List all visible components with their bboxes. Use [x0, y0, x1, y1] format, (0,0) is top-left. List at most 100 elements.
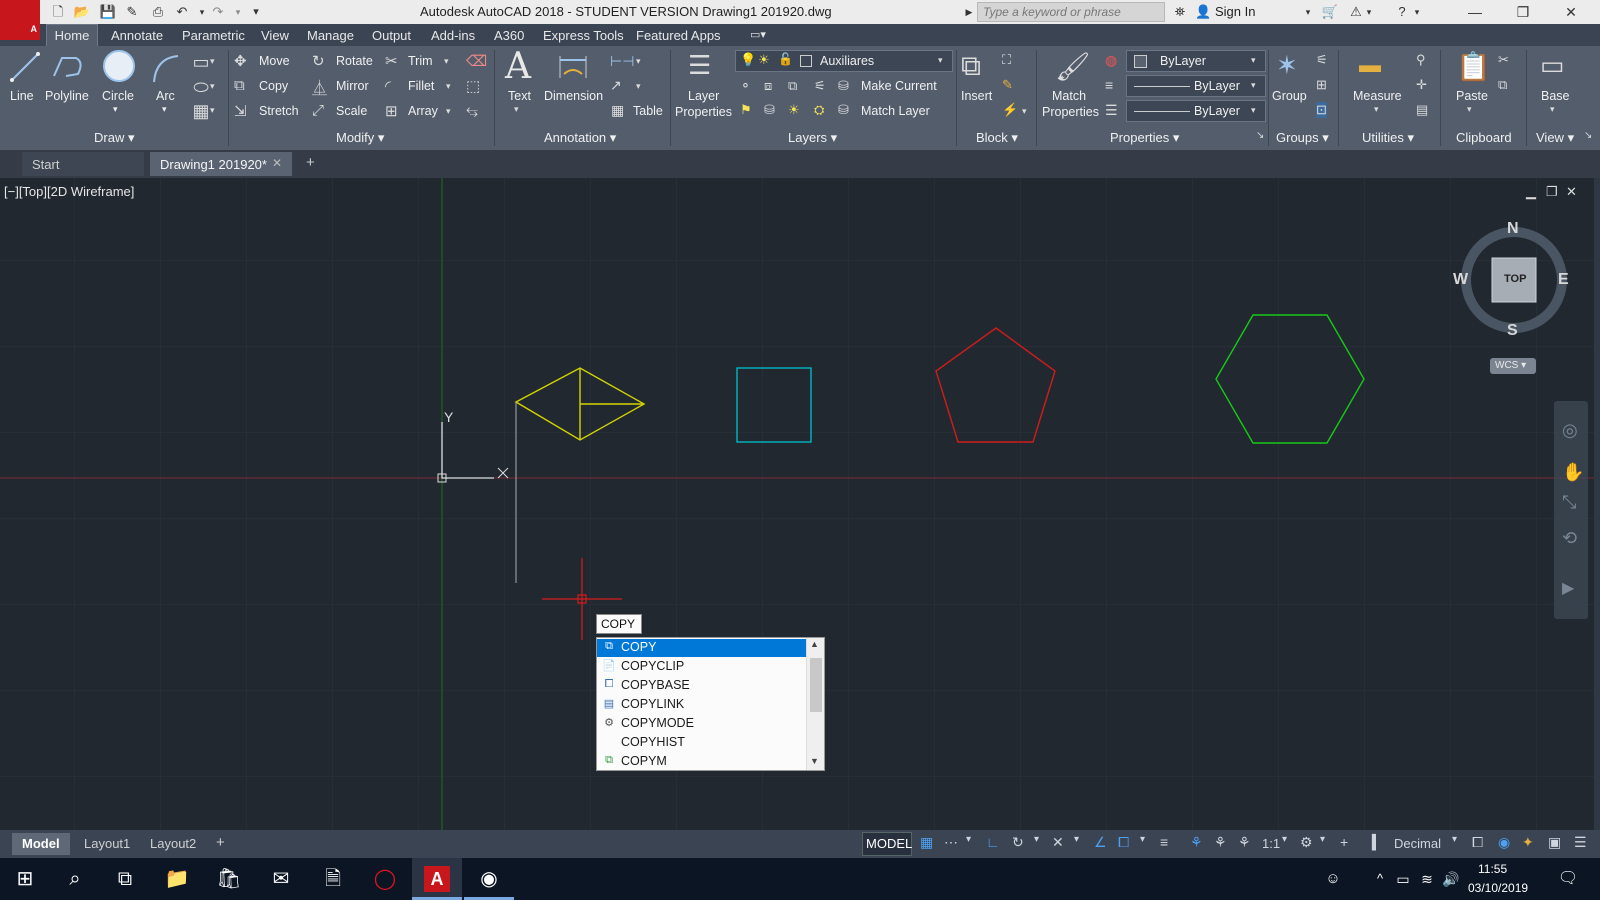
battery-icon[interactable]: ▭ [1392, 858, 1414, 900]
rotate-button[interactable]: Rotate [336, 54, 373, 68]
layer-freeze-icon[interactable]: ☀ [758, 52, 770, 68]
suggestion-item[interactable]: COPYCLIP [621, 657, 684, 676]
customize-qat-icon[interactable]: ▾ [246, 3, 266, 21]
volume-icon[interactable]: 🔊 [1440, 858, 1462, 900]
add-layout-icon[interactable]: + [210, 833, 231, 855]
annotation-panel-title[interactable]: Annotation ▾ [544, 130, 616, 146]
workspace-dropdown-icon[interactable]: ▾ [1320, 834, 1325, 845]
undo-icon[interactable]: ↶ [172, 3, 192, 21]
a360-icon[interactable]: ⚠ [1346, 3, 1366, 21]
viewcube-west[interactable]: W [1453, 271, 1468, 289]
view-launcher-icon[interactable]: ↘ [1584, 130, 1592, 141]
autocad-taskbar-icon[interactable]: A [412, 858, 462, 900]
isolate-objects-icon[interactable]: ◉ [1498, 834, 1510, 851]
notification-icon[interactable]: 🗨 [1548, 858, 1588, 900]
linetype-dropdown-chevron-icon[interactable]: ▾ [1251, 80, 1256, 91]
new-file-icon[interactable]: 🗋 [48, 3, 68, 21]
quick-properties-icon[interactable]: ⧠ [1472, 834, 1483, 851]
viewcube-south[interactable]: S [1507, 322, 1518, 340]
pan-icon[interactable]: ✋ [1562, 462, 1584, 483]
properties-launcher-icon[interactable]: ↘ [1256, 130, 1264, 141]
task-view-icon[interactable]: ⧉ [100, 858, 150, 900]
linear-dim-icon[interactable]: ⊢⊣ [610, 53, 634, 70]
minimize-icon[interactable]: — [1452, 0, 1498, 24]
viewcube-east[interactable]: E [1558, 271, 1569, 289]
draw-panel-title[interactable]: Draw ▾ [94, 130, 134, 146]
layer-thaw-icon[interactable]: ☀ [788, 102, 800, 118]
layer-properties-label-2[interactable]: Properties [675, 105, 732, 119]
color-dropdown-chevron-icon[interactable]: ▾ [1251, 55, 1256, 66]
measure-button[interactable]: Measure [1353, 89, 1402, 103]
tab-parametric[interactable]: Parametric [182, 28, 245, 43]
quick-select-icon[interactable]: ⚲ [1416, 52, 1426, 68]
polar-dropdown-icon[interactable]: ▾ [1034, 834, 1039, 845]
polyline-button[interactable]: Polyline [45, 89, 89, 103]
canvas-scrollbar[interactable] [1594, 178, 1600, 830]
annotation-scale-dropdown-icon[interactable]: ▾ [1282, 834, 1287, 845]
circle-dropdown-icon[interactable]: ▾ [113, 104, 118, 115]
maximize-icon[interactable]: ❐ [1500, 0, 1546, 24]
wcs-menu[interactable]: WCS ▾ [1490, 358, 1536, 374]
lineweight-icon[interactable]: ≡ [1105, 77, 1113, 93]
circle-button[interactable]: Circle [102, 89, 134, 103]
chrome-icon[interactable]: ◉ [464, 858, 514, 900]
match-properties-label-1[interactable]: Match [1052, 89, 1086, 103]
insert-button[interactable]: Insert [961, 89, 992, 103]
help-dropdown-icon[interactable]: ▾ [1412, 3, 1422, 21]
offset-icon[interactable]: ⥃ [466, 102, 478, 119]
groups-panel-title[interactable]: Groups ▾ [1276, 130, 1329, 146]
hatch-dropdown-icon[interactable]: ▾ [210, 105, 215, 116]
save-as-icon[interactable]: ✎ [122, 3, 142, 21]
lineweight-toggle-icon[interactable]: ≡ [1160, 834, 1168, 850]
leader-dropdown-icon[interactable]: ▾ [636, 81, 641, 92]
linetype-icon[interactable]: ☰ [1105, 102, 1118, 119]
rectangle-dropdown-icon[interactable]: ▾ [210, 56, 215, 67]
lineweight-dropdown-chevron-icon[interactable]: ▾ [1251, 105, 1256, 116]
tab-model[interactable]: Model [12, 833, 70, 855]
copy-button[interactable]: Copy [259, 79, 288, 93]
properties-panel-title[interactable]: Properties ▾ [1110, 130, 1179, 146]
tab-start[interactable]: Start [22, 152, 144, 176]
block-panel-title[interactable]: Block ▾ [976, 130, 1018, 146]
layer-dropdown-chevron-icon[interactable]: ▾ [938, 55, 943, 66]
create-block-icon[interactable]: ⛶ [1002, 52, 1011, 68]
sign-in-link[interactable]: Sign In [1215, 4, 1255, 19]
units-icon[interactable]: ▍ [1372, 834, 1383, 851]
cut-icon[interactable]: ✂ [1498, 52, 1509, 68]
scroll-thumb[interactable] [810, 658, 822, 712]
viewport-controls[interactable]: [−][Top][2D Wireframe] [4, 184, 134, 199]
object-snap-dropdown-icon[interactable]: ▾ [1140, 834, 1145, 845]
fillet-dropdown-icon[interactable]: ▾ [446, 81, 451, 92]
suggestion-scrollbar[interactable]: ▲ ▼ [806, 638, 824, 770]
command-input-tooltip[interactable]: COPY [596, 614, 642, 634]
tab-manage[interactable]: Manage [307, 28, 354, 43]
table-button[interactable]: Table [633, 104, 663, 118]
fillet-button[interactable]: Fillet [408, 79, 434, 93]
explode-icon[interactable]: ⬚ [466, 77, 480, 95]
ellipse-icon[interactable]: ⬭ [191, 77, 211, 98]
close-tab-icon[interactable]: ✕ [272, 156, 282, 170]
base-dropdown-icon[interactable]: ▾ [1550, 104, 1555, 115]
snap-dropdown-icon[interactable]: ▾ [966, 834, 971, 845]
ellipse-dropdown-icon[interactable]: ▾ [210, 81, 215, 92]
redo-icon[interactable]: ↷ [208, 3, 228, 21]
units-dropdown-icon[interactable]: ▾ [1452, 834, 1457, 845]
paste-dropdown-icon[interactable]: ▾ [1467, 104, 1472, 115]
user-icon[interactable]: 👤 [1195, 3, 1211, 21]
isodraft-icon[interactable]: ✕ [1052, 834, 1064, 851]
suggestion-item[interactable]: COPYM [621, 752, 667, 771]
text-button[interactable]: Text [508, 89, 531, 103]
dimension-button[interactable]: Dimension [544, 89, 603, 103]
group-selection-icon[interactable]: ⊡ [1316, 102, 1327, 118]
layers-panel-title[interactable]: Layers ▾ [788, 130, 837, 146]
binoculars-icon[interactable]: ⛯ [1170, 3, 1190, 21]
file-explorer-icon[interactable]: 📁 [152, 858, 202, 900]
store-icon[interactable]: 🛍 [204, 858, 254, 900]
viewport-minimize-icon[interactable]: ▁ [1526, 184, 1536, 200]
layer-on-icon[interactable]: 💡 [740, 52, 756, 68]
tab-annotate[interactable]: Annotate [111, 28, 163, 43]
line-button[interactable]: Line [10, 89, 34, 103]
customization-menu-icon[interactable]: ☰ [1574, 834, 1587, 851]
layer-freeze2-icon[interactable]: ⚟ [814, 78, 826, 94]
layer-lock-icon[interactable]: 🔓 [778, 52, 793, 66]
